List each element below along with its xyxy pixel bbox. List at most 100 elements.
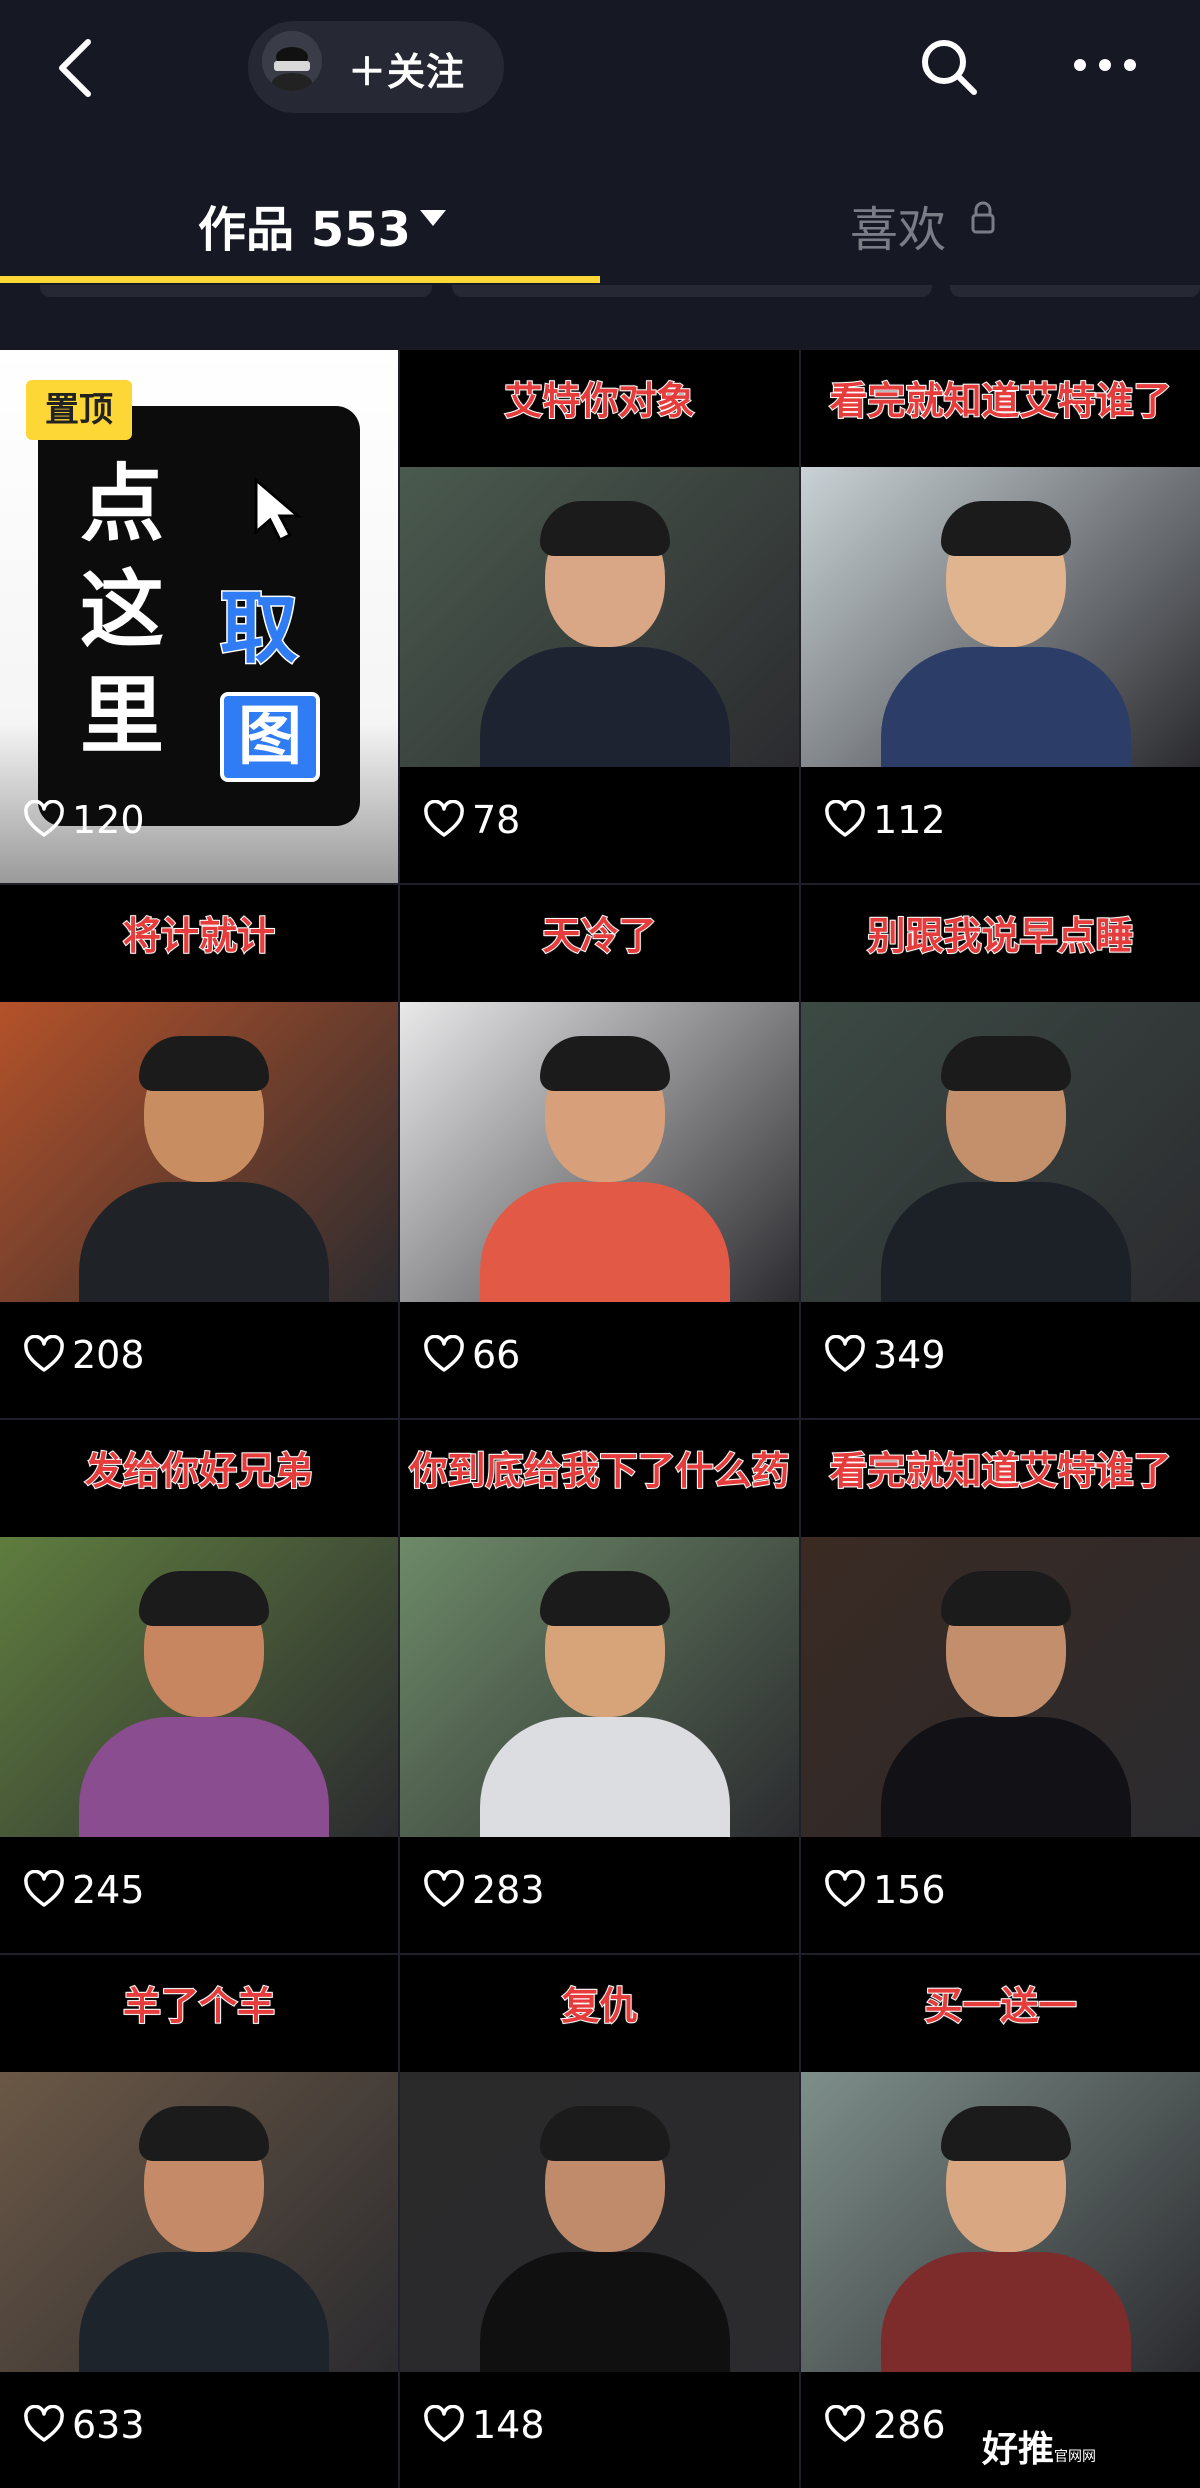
lock-icon	[971, 201, 995, 234]
like-count: 208	[72, 1333, 145, 1377]
person-hair	[139, 2106, 270, 2161]
more-dots-icon[interactable]	[1070, 50, 1140, 80]
sub-tab-bar	[452, 285, 932, 297]
like-indicator: 120	[24, 795, 145, 845]
like-count: 349	[873, 1333, 946, 1377]
heart-icon	[825, 800, 865, 837]
video-card[interactable]: 复仇 我回来了 148	[400, 1955, 799, 2488]
video-thumbnail: 别跟我说早点睡	[801, 1002, 1200, 1302]
like-count: 78	[472, 798, 521, 842]
person-hair	[940, 2106, 1071, 2161]
person-hair	[940, 1571, 1071, 1626]
video-thumbnail: 这天短了夜长了	[801, 1537, 1200, 1837]
person-hair	[539, 1571, 670, 1626]
person-body	[880, 2252, 1131, 2372]
tab-active-indicator	[0, 276, 600, 283]
video-thumbnail: 这么久不回我的消息	[0, 2072, 398, 2372]
thumbnail-person	[479, 1571, 730, 1837]
video-thumbnail: 你到底给我	[400, 1537, 799, 1837]
tab-likes[interactable]: 喜欢	[600, 135, 1200, 285]
pinned-badge: 置顶	[26, 380, 132, 440]
avatar	[262, 31, 322, 91]
search-icon[interactable]	[916, 34, 982, 100]
thumbnail-person	[880, 501, 1131, 767]
video-card[interactable]: 你到底给我下了什么药 你到底给我 283	[400, 1420, 799, 1953]
watermark: 好推官网网	[982, 2420, 1200, 2480]
person-body	[880, 647, 1131, 767]
thumbnail-person	[880, 1571, 1131, 1837]
like-indicator: 156	[825, 1865, 946, 1915]
person-body	[479, 1182, 730, 1302]
pinned-char: 里	[80, 667, 165, 765]
person-hair	[940, 1036, 1071, 1091]
thumbnail-person	[880, 1036, 1131, 1302]
like-indicator: 112	[825, 795, 946, 845]
video-thumbnail: 我快不行了	[0, 1537, 398, 1837]
video-card[interactable]: 看完就知道艾特谁了 我听说 112	[801, 350, 1200, 883]
person-body	[79, 1182, 330, 1302]
caret-down-icon[interactable]	[418, 207, 448, 229]
like-count: 156	[873, 1868, 946, 1912]
video-thumbnail: 天冷了	[400, 1002, 799, 1302]
video-card[interactable]: 艾特你对象 我为什么馋你 78	[400, 350, 799, 883]
watermark-main: 好推	[982, 2429, 1055, 2470]
video-card[interactable]: 将计就计 一个人叫冲凉 208	[0, 885, 398, 1418]
heart-icon	[825, 1335, 865, 1372]
like-count: 286	[873, 2403, 946, 2447]
video-caption: 将计就计	[122, 913, 276, 959]
heart-icon	[424, 1335, 464, 1372]
sub-tab-bar	[950, 285, 1200, 297]
avatar-image-icon	[262, 31, 322, 91]
heart-icon	[825, 1870, 865, 1907]
like-indicator: 208	[24, 1330, 145, 1380]
tab-likes-label: 喜欢	[850, 202, 947, 258]
like-count: 148	[472, 2403, 545, 2447]
pinned-char-tile: 图	[220, 692, 320, 782]
follow-label: ＋关注	[348, 50, 466, 94]
person-body	[479, 2252, 730, 2372]
back-chevron-icon[interactable]	[52, 36, 100, 100]
video-caption: 买一送一	[923, 1983, 1077, 2029]
sub-tab-bar	[40, 285, 432, 297]
video-card[interactable]: 别跟我说早点睡 别跟我说早点睡 349	[801, 885, 1200, 1418]
person-hair	[139, 1571, 270, 1626]
like-count: 66	[472, 1333, 521, 1377]
tab-works-label: 作品 553	[198, 202, 411, 258]
tab-works[interactable]: 作品 553	[0, 135, 600, 285]
cursor-pointer-icon	[254, 476, 303, 543]
pinned-cover: 点 这 里 取 图	[38, 406, 360, 826]
thumbnail-person	[479, 1036, 730, 1302]
video-thumbnail: 我听说	[801, 467, 1200, 767]
person-hair	[940, 501, 1071, 556]
like-count: 112	[873, 798, 946, 842]
video-caption: 复仇	[560, 1983, 638, 2029]
video-card[interactable]: 发给你好兄弟 我快不行了 245	[0, 1420, 398, 1953]
video-caption: 艾特你对象	[503, 378, 695, 424]
pinned-char: 点	[80, 455, 165, 553]
person-body	[880, 1182, 1131, 1302]
video-caption: 看完就知道艾特谁了	[828, 378, 1172, 424]
video-card[interactable]: 天冷了 天冷了 66	[400, 885, 799, 1418]
video-card-pinned[interactable]: 置顶 点 这 里 取 图 120	[0, 350, 398, 883]
like-indicator: 283	[424, 1865, 545, 1915]
sub-tab-strip	[0, 285, 1200, 297]
video-thumbnail: 你花一万多块钱	[801, 2072, 1200, 2372]
thumbnail-person	[479, 2106, 730, 2372]
follow-button[interactable]: ＋关注	[248, 21, 504, 113]
video-caption: 天冷了	[541, 913, 657, 959]
video-card[interactable]: 羊了个羊 这么久不回我的消息 633	[0, 1955, 398, 2488]
heart-icon	[24, 800, 64, 837]
like-indicator: 633	[24, 2400, 145, 2450]
video-card[interactable]: 看完就知道艾特谁了 这天短了夜长了 156	[801, 1420, 1200, 1953]
video-thumbnail: 一个人叫冲凉	[0, 1002, 398, 1302]
heart-icon	[424, 1870, 464, 1907]
pinned-char: 这	[80, 561, 165, 659]
video-card[interactable]: 买一送一 你花一万多块钱 286	[801, 1955, 1200, 2488]
like-indicator: 286	[825, 2400, 946, 2450]
watermark-sub: 官网网	[1054, 2449, 1097, 2465]
like-indicator: 349	[825, 1330, 946, 1380]
thumbnail-person	[79, 1571, 330, 1837]
person-body	[79, 1717, 330, 1837]
like-count: 633	[72, 2403, 145, 2447]
like-indicator: 148	[424, 2400, 545, 2450]
